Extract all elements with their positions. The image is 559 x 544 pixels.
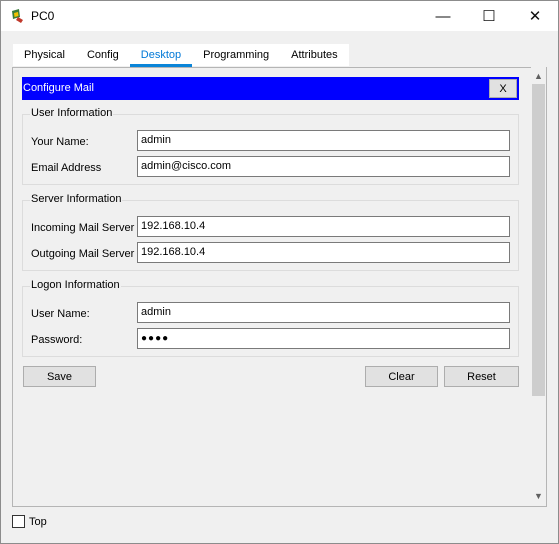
user-name-input[interactable]: admin xyxy=(137,302,510,323)
tab-config[interactable]: Config xyxy=(76,44,130,66)
close-window-button[interactable]: ✕ xyxy=(512,1,558,31)
save-button[interactable]: Save xyxy=(23,366,96,387)
window-title: PC0 xyxy=(31,9,55,23)
incoming-mail-server-label: Incoming Mail Server xyxy=(31,222,135,234)
email-address-input[interactable]: admin@cisco.com xyxy=(137,156,510,177)
tab-programming[interactable]: Programming xyxy=(192,44,280,66)
minimize-button[interactable]: — xyxy=(420,1,466,31)
email-address-label: Email Address xyxy=(31,162,102,174)
incoming-mail-server-input[interactable]: 192.168.10.4 xyxy=(137,216,510,237)
server-information-title: Server Information xyxy=(30,193,123,205)
reset-button[interactable]: Reset xyxy=(444,366,519,387)
password-input[interactable]: ●●●● xyxy=(137,328,510,349)
outgoing-mail-server-input[interactable]: 192.168.10.4 xyxy=(137,242,510,263)
top-checkbox[interactable] xyxy=(12,515,25,528)
scroll-down-arrow-icon[interactable]: ▼ xyxy=(531,488,546,504)
maximize-button[interactable]: ☐ xyxy=(466,1,512,31)
scroll-thumb[interactable] xyxy=(532,84,545,396)
tab-desktop[interactable]: Desktop xyxy=(129,44,193,67)
clear-button[interactable]: Clear xyxy=(365,366,438,387)
logon-information-title: Logon Information xyxy=(30,279,121,291)
configure-mail-title: Configure Mail xyxy=(23,82,94,94)
user-name-label: User Name: xyxy=(31,308,90,320)
scroll-up-arrow-icon[interactable]: ▲ xyxy=(531,68,546,84)
tab-attributes[interactable]: Attributes xyxy=(280,44,348,66)
close-configure-mail-button[interactable]: X xyxy=(489,79,517,98)
user-information-title: User Information xyxy=(30,107,114,119)
vertical-scrollbar[interactable]: ▲ ▼ xyxy=(531,67,546,505)
top-checkbox-label: Top xyxy=(29,516,47,528)
your-name-label: Your Name: xyxy=(31,136,89,148)
outgoing-mail-server-label: Outgoing Mail Server xyxy=(31,248,135,260)
tab-physical[interactable]: Physical xyxy=(13,44,76,66)
configure-mail-header: Configure Mail X xyxy=(22,77,519,100)
your-name-input[interactable]: admin xyxy=(137,130,510,151)
password-label: Password: xyxy=(31,334,83,346)
title-bar[interactable]: PC0 — ☐ ✕ xyxy=(1,1,558,31)
pc-app-icon xyxy=(10,8,26,24)
tab-bar: Physical Config Desktop Programming Attr… xyxy=(13,44,349,67)
